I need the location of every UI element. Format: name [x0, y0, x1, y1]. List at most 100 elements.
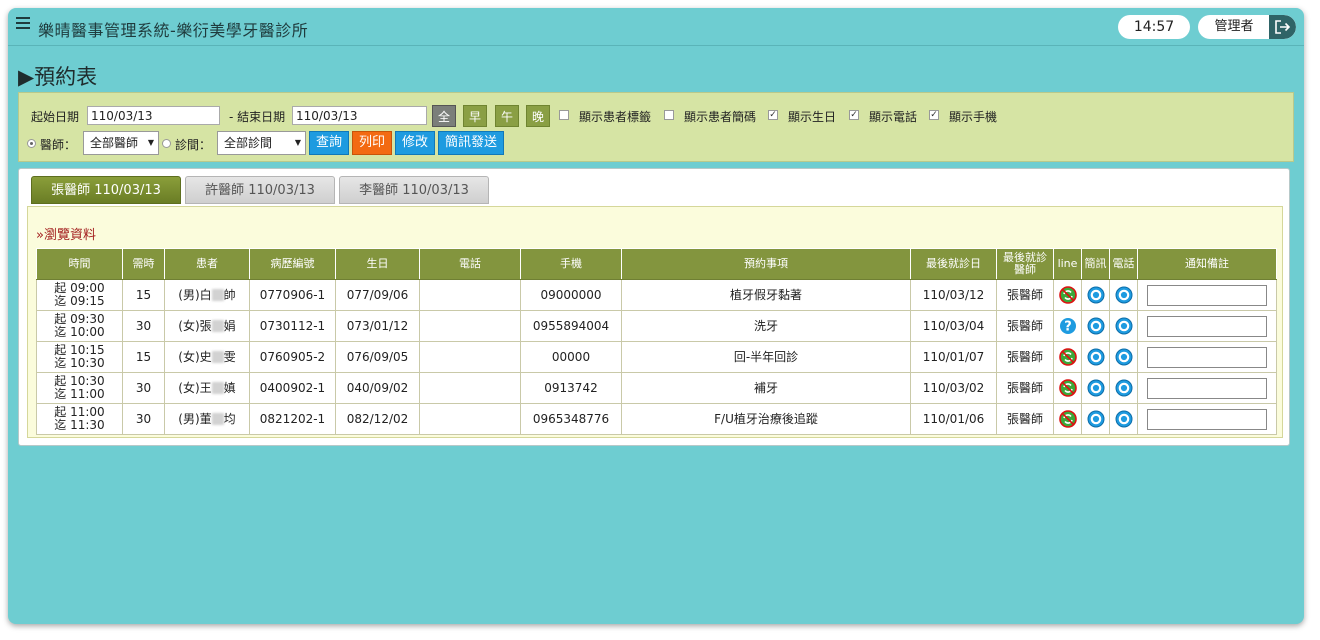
- duration-cell: 15: [122, 341, 165, 373]
- phone-target-icon[interactable]: [1115, 410, 1133, 428]
- patient-cell[interactable]: (女)王嫃: [164, 372, 250, 404]
- patient-prefix: (女)張: [178, 318, 212, 333]
- duration-cell: 30: [122, 372, 165, 404]
- patient-cell[interactable]: (女)張娟: [164, 310, 250, 342]
- content-panel: 張醫師 110/03/13 許醫師 110/03/13 李醫師 110/03/1…: [18, 168, 1290, 446]
- call-cell[interactable]: [1109, 279, 1138, 311]
- line-status-slot[interactable]: [1058, 286, 1077, 304]
- logout-button[interactable]: [1269, 15, 1296, 39]
- shift-morning-button[interactable]: 早: [463, 105, 487, 127]
- hamburger-icon[interactable]: [16, 17, 30, 31]
- phone-target-icon[interactable]: [1115, 317, 1133, 335]
- patient-cell[interactable]: (男)白帥: [164, 279, 250, 311]
- time-end: 迄 11:00: [54, 387, 105, 401]
- line-cell[interactable]: [1053, 341, 1082, 373]
- show-code-checkbox[interactable]: [664, 110, 674, 120]
- doctor-label: 醫師：: [40, 138, 77, 152]
- phone-cell: [419, 403, 521, 435]
- mobile-cell: 09000000: [520, 279, 622, 311]
- print-button[interactable]: 列印: [352, 131, 392, 155]
- header-item: 預約事項: [621, 248, 911, 280]
- line-cell[interactable]: [1053, 372, 1082, 404]
- time-start: 起 10:30: [54, 374, 105, 388]
- birthday-cell: 082/12/02: [335, 403, 420, 435]
- sms-target-icon[interactable]: [1087, 317, 1105, 335]
- show-tag-checkbox[interactable]: [559, 110, 569, 120]
- start-date-input[interactable]: [87, 106, 220, 125]
- table-header-row: 時間 需時 患者 病歷編號 生日 電話 手機 預約事項 最後就診日 最後就診醫師…: [36, 248, 1277, 280]
- note-cell: [1137, 372, 1277, 404]
- call-cell[interactable]: [1109, 372, 1138, 404]
- phone-target-icon[interactable]: [1115, 348, 1133, 366]
- line-status-slot[interactable]: [1058, 410, 1077, 428]
- note-input[interactable]: [1147, 377, 1267, 399]
- note-input[interactable]: [1147, 315, 1267, 337]
- show-birthday-checkbox[interactable]: ✓: [768, 110, 778, 120]
- patient-cell[interactable]: (男)董均: [164, 403, 250, 435]
- modify-button[interactable]: 修改: [395, 131, 435, 155]
- show-birthday-label: 顯示生日: [788, 110, 837, 124]
- call-cell[interactable]: [1109, 310, 1138, 342]
- sms-target-icon[interactable]: [1087, 379, 1105, 397]
- record-no-cell: 0821202-1: [249, 403, 336, 435]
- table-row[interactable]: 起 11:00 迄 11:30 30 (男)董均 0821202-1 082/12…: [36, 403, 1277, 435]
- birthday-cell: 040/09/02: [335, 372, 420, 404]
- sms-cell[interactable]: [1081, 403, 1110, 435]
- line-status-slot[interactable]: ?: [1059, 317, 1077, 335]
- line-cell[interactable]: [1053, 279, 1082, 311]
- table-row[interactable]: 起 09:30 迄 10:00 30 (女)張娟 0730112-1 073/01…: [36, 310, 1277, 342]
- note-input[interactable]: [1147, 408, 1267, 430]
- item-cell: 洗牙: [621, 310, 911, 342]
- shift-evening-button[interactable]: 晚: [526, 105, 550, 127]
- mobile-cell: 0965348776: [520, 403, 622, 435]
- call-cell[interactable]: [1109, 403, 1138, 435]
- sms-target-icon[interactable]: [1087, 348, 1105, 366]
- chevron-down-icon: ▼: [294, 138, 301, 147]
- table-row[interactable]: 起 09:00 迄 09:15 15 (男)白帥 0770906-1 077/09…: [36, 279, 1277, 311]
- shift-all-button[interactable]: 全: [432, 105, 456, 127]
- phone-target-icon[interactable]: [1115, 379, 1133, 397]
- line-status-slot[interactable]: [1058, 348, 1077, 366]
- header-record-no: 病歷編號: [249, 248, 336, 280]
- call-cell[interactable]: [1109, 341, 1138, 373]
- patient-cell[interactable]: (女)史雯: [164, 341, 250, 373]
- sms-target-icon[interactable]: [1087, 286, 1105, 304]
- time-end: 迄 11:30: [54, 418, 105, 432]
- header-call: 電話: [1109, 248, 1138, 280]
- time-start: 起 09:00: [54, 281, 105, 295]
- sms-send-button[interactable]: 簡訊發送: [438, 131, 504, 155]
- doctor-select[interactable]: 全部醫師 ▼: [83, 131, 159, 155]
- phone-target-icon[interactable]: [1115, 286, 1133, 304]
- clinic-radio[interactable]: [162, 139, 171, 148]
- clinic-select[interactable]: 全部診間 ▼: [217, 131, 306, 155]
- query-button[interactable]: 查詢: [309, 131, 349, 155]
- line-cell[interactable]: ?: [1053, 310, 1082, 342]
- sms-target-icon[interactable]: [1087, 410, 1105, 428]
- doctor-radio[interactable]: [27, 139, 36, 148]
- duration-cell: 30: [122, 403, 165, 435]
- line-cell[interactable]: [1053, 403, 1082, 435]
- sms-cell[interactable]: [1081, 310, 1110, 342]
- last-doctor-cell: 張醫師: [996, 279, 1054, 311]
- sms-cell[interactable]: [1081, 372, 1110, 404]
- note-input[interactable]: [1147, 284, 1267, 306]
- table-row[interactable]: 起 10:30 迄 11:00 30 (女)王嫃 0400902-1 040/09…: [36, 372, 1277, 404]
- show-mobile-checkbox[interactable]: ✓: [929, 110, 939, 120]
- table-row[interactable]: 起 10:15 迄 10:30 15 (女)史雯 0760905-2 076/09…: [36, 341, 1277, 373]
- line-sync-icon: [1058, 410, 1077, 428]
- line-status-slot[interactable]: [1058, 379, 1077, 397]
- sms-cell[interactable]: [1081, 279, 1110, 311]
- last-visit-cell: 110/03/04: [910, 310, 997, 342]
- tab-doctor-xu[interactable]: 許醫師 110/03/13: [185, 176, 335, 204]
- end-date-input[interactable]: [292, 106, 427, 125]
- tab-doctor-li[interactable]: 李醫師 110/03/13: [339, 176, 489, 204]
- note-input[interactable]: [1147, 346, 1267, 368]
- mobile-cell: 0913742: [520, 372, 622, 404]
- line-sync-icon: [1058, 286, 1077, 304]
- sms-cell[interactable]: [1081, 341, 1110, 373]
- last-doctor-cell: 張醫師: [996, 403, 1054, 435]
- tab-doctor-zhang[interactable]: 張醫師 110/03/13: [31, 176, 181, 204]
- note-cell: [1137, 403, 1277, 435]
- shift-afternoon-button[interactable]: 午: [495, 105, 519, 127]
- show-phone-checkbox[interactable]: ✓: [849, 110, 859, 120]
